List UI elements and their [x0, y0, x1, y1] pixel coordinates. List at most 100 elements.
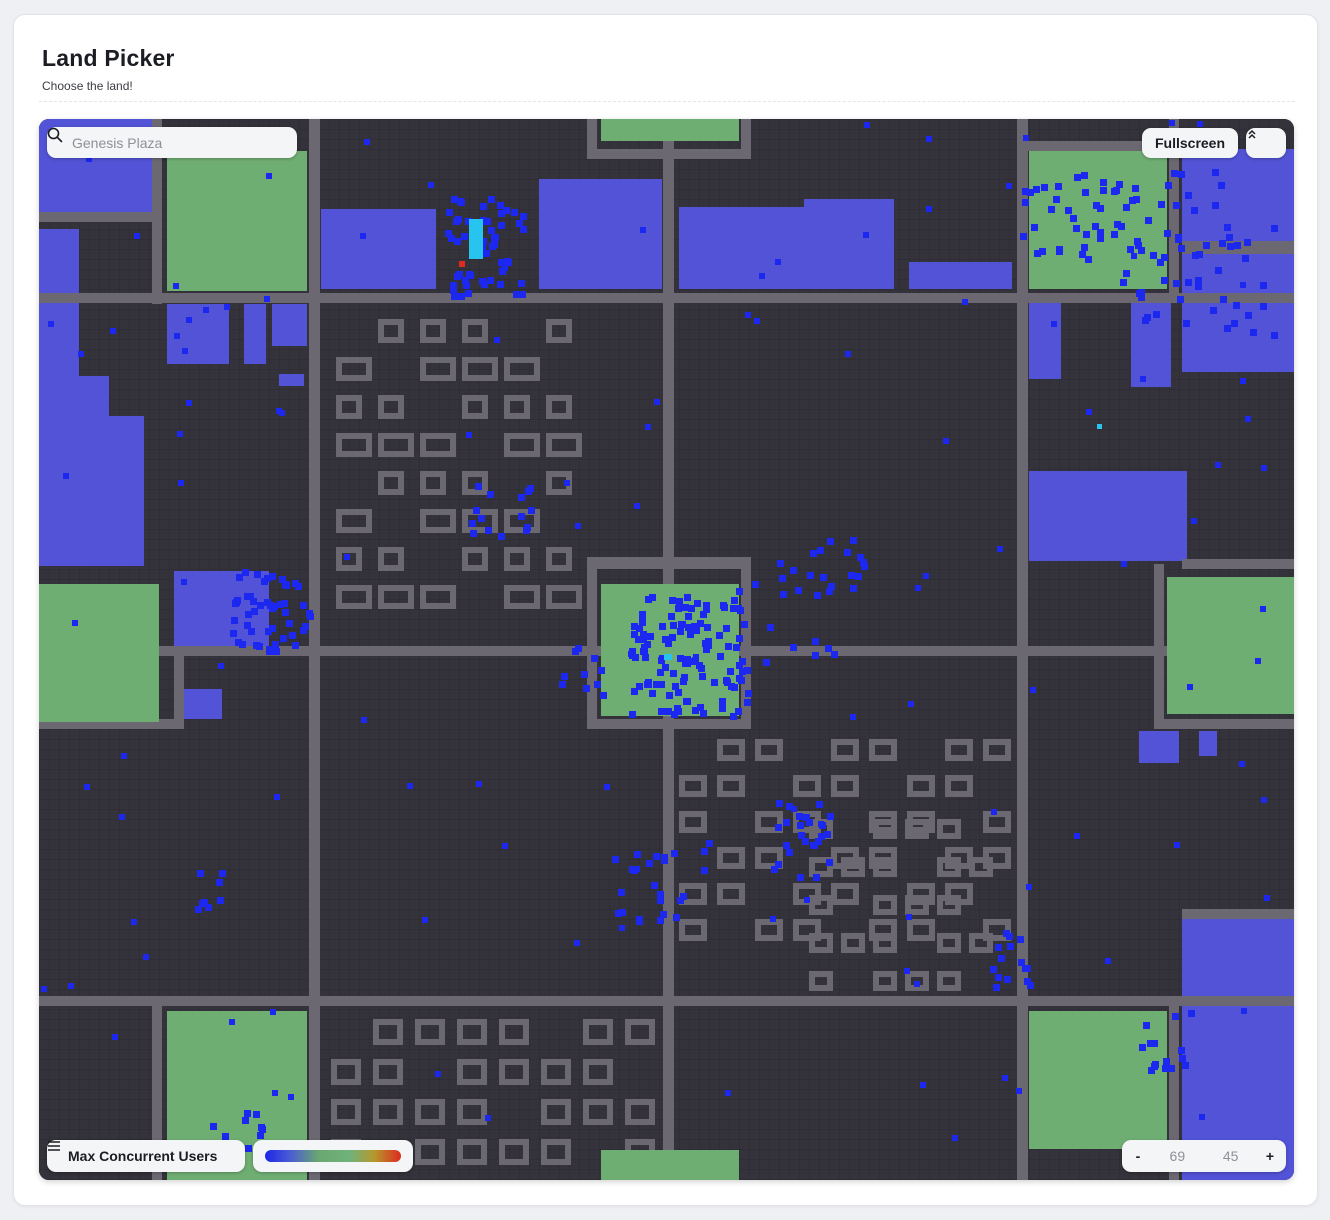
- road: [546, 433, 552, 457]
- activity-cell: [1024, 965, 1031, 972]
- activity-cell: [1185, 192, 1192, 199]
- activity-cell: [78, 351, 84, 357]
- activity-cell: [1116, 181, 1123, 188]
- road: [504, 357, 510, 381]
- road: [331, 1099, 337, 1125]
- zoom-out-button[interactable]: -: [1132, 1148, 1144, 1164]
- search-box[interactable]: [47, 127, 297, 158]
- activity-cell: [653, 853, 660, 860]
- activity-cell: [943, 438, 949, 444]
- activity-cell: [203, 307, 209, 313]
- activity-cell: [619, 909, 626, 916]
- activity-cell: [288, 1094, 294, 1100]
- activity-cell: [478, 515, 485, 522]
- activity-cell: [195, 906, 202, 913]
- activity-cell: [1123, 204, 1130, 211]
- activity-cell: [1020, 233, 1027, 240]
- activity-cell: [863, 232, 869, 238]
- road: [831, 739, 837, 761]
- road: [450, 357, 456, 381]
- activity-cell: [719, 698, 726, 705]
- road: [809, 933, 815, 953]
- search-input[interactable]: [72, 134, 262, 151]
- road: [541, 1099, 547, 1125]
- activity-cell: [250, 598, 257, 605]
- road: [420, 585, 426, 609]
- layer-select-button[interactable]: Max Concurrent Users: [47, 1140, 245, 1172]
- activity-cell: [704, 624, 711, 631]
- activity-cell: [736, 635, 743, 642]
- activity-cell: [205, 904, 212, 911]
- activity-cell: [741, 621, 748, 628]
- zoom-in-button[interactable]: +: [1264, 1148, 1276, 1164]
- road: [450, 509, 456, 533]
- road: [923, 971, 929, 991]
- land-map-canvas[interactable]: [39, 119, 1294, 1180]
- activity-cell: [995, 974, 1002, 981]
- road: [439, 1019, 445, 1045]
- activity-cell: [422, 917, 428, 923]
- road: [969, 857, 975, 877]
- activity-cell: [671, 711, 678, 718]
- road: [853, 775, 859, 797]
- road: [482, 319, 488, 343]
- activity-cell: [666, 692, 673, 699]
- collapse-button[interactable]: [1246, 128, 1286, 158]
- activity-cell: [1260, 606, 1266, 612]
- land-map[interactable]: Fullscreen Max Concurrent Users - 69 45 …: [39, 119, 1294, 1180]
- district-parcel: [39, 416, 144, 566]
- road: [793, 919, 799, 941]
- activity-cell: [658, 681, 665, 688]
- activity-cell: [1224, 224, 1231, 231]
- activity-cell: [1161, 277, 1168, 284]
- activity-cell: [915, 585, 921, 591]
- road: [873, 857, 879, 877]
- road: [462, 319, 468, 343]
- district-parcel: [1199, 731, 1217, 756]
- road: [905, 895, 911, 915]
- activity-cell: [754, 318, 760, 324]
- activity-cell: [904, 968, 910, 974]
- coord-y-value[interactable]: 45: [1211, 1148, 1251, 1164]
- activity-cell: [684, 698, 691, 705]
- activity-cell: [1018, 959, 1025, 966]
- road: [809, 971, 815, 991]
- road: [534, 357, 540, 381]
- activity-cell: [776, 800, 783, 807]
- activity-cell: [1191, 207, 1198, 214]
- road: [366, 509, 372, 533]
- activity-cell: [1056, 248, 1063, 255]
- activity-cell: [218, 663, 224, 669]
- activity-cell: [604, 784, 610, 790]
- activity-cell: [1051, 321, 1057, 327]
- fullscreen-button[interactable]: Fullscreen: [1142, 128, 1238, 158]
- activity-cell: [186, 400, 192, 406]
- road: [565, 1139, 571, 1165]
- district-parcel: [1029, 471, 1187, 561]
- activity-cell: [669, 634, 676, 641]
- road: [546, 471, 552, 495]
- road: [356, 547, 362, 571]
- activity-cell: [1097, 229, 1104, 236]
- activity-cell: [518, 280, 525, 287]
- activity-cell: [725, 643, 732, 650]
- activity-cell: [1100, 187, 1107, 194]
- activity-cell: [1203, 242, 1210, 249]
- activity-cell: [1093, 202, 1100, 209]
- activity-cell: [239, 641, 246, 648]
- activity-cell: [186, 317, 192, 323]
- activity-cell: [63, 473, 69, 479]
- activity-cell: [264, 599, 271, 606]
- activity-cell: [257, 602, 264, 609]
- activity-cell: [1134, 238, 1141, 245]
- activity-cell: [775, 824, 782, 831]
- legend-gradient-bar: [265, 1150, 401, 1162]
- activity-cell: [791, 806, 797, 812]
- road: [523, 1019, 529, 1045]
- coord-x-value[interactable]: 69: [1157, 1148, 1197, 1164]
- activity-cell: [1065, 207, 1072, 214]
- road: [566, 319, 572, 343]
- activity-cell: [654, 399, 660, 405]
- activity-cell: [1105, 958, 1111, 964]
- road: [945, 739, 951, 761]
